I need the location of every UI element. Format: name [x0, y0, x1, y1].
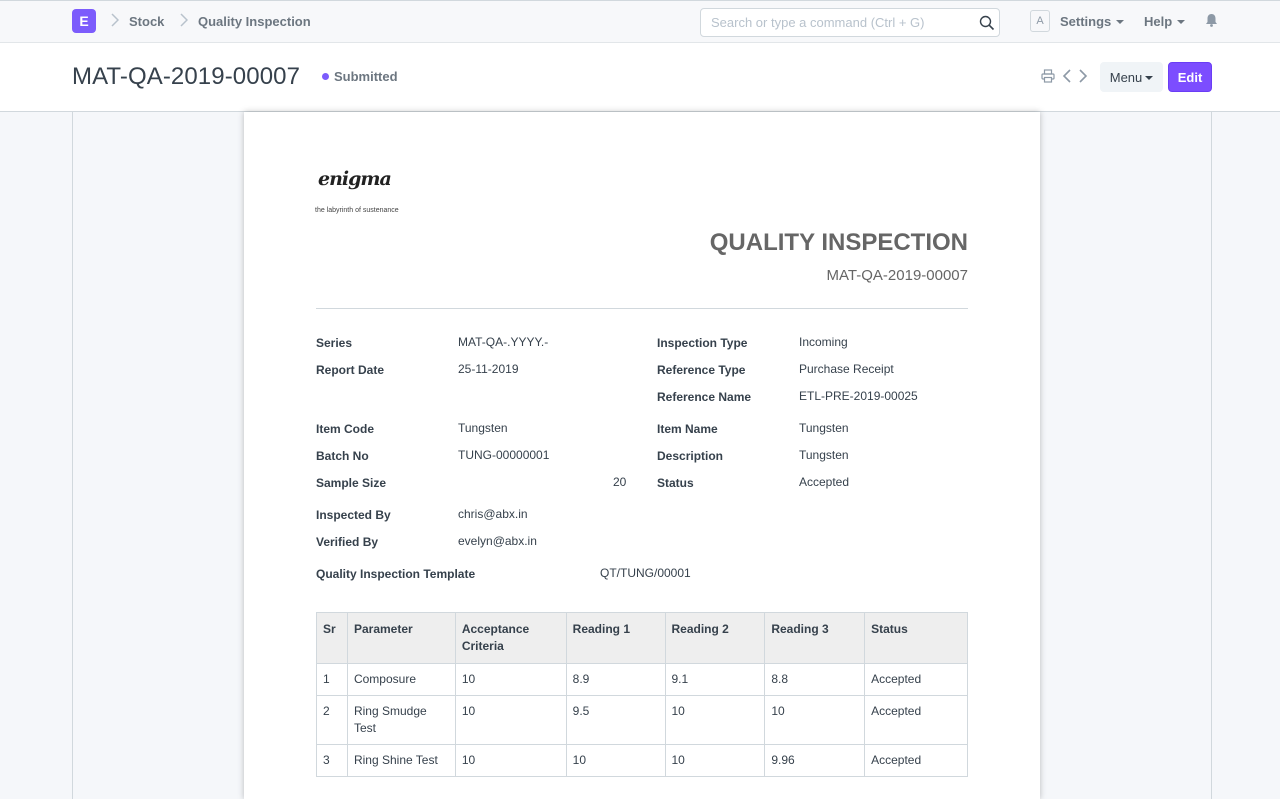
cell-acceptance-criteria: 10: [454, 744, 567, 777]
table-row: 3 Ring Shine Test 10 10 10 9.96 Accepted: [316, 744, 968, 777]
template-value: QT/TUNG/00001: [600, 566, 691, 580]
inspected-by-value: chris@abx.in: [458, 507, 528, 521]
verified-by-value: evelyn@abx.in: [458, 534, 537, 548]
avatar[interactable]: A: [1030, 10, 1050, 32]
cell-sr: 1: [316, 663, 348, 696]
chevron-right-icon: [111, 13, 119, 27]
sample-size-value: 20: [613, 475, 627, 489]
report-date-value: 25-11-2019: [458, 362, 519, 376]
divider: [316, 308, 968, 309]
cell-status: Accepted: [864, 695, 968, 745]
cell-reading-1: 8.9: [565, 663, 666, 696]
table-row: 2 Ring Smudge Test 10 9.5 10 10 Accepted: [316, 695, 968, 745]
cell-reading-3: 10: [764, 695, 866, 745]
header-status: Status: [864, 612, 968, 664]
edit-button[interactable]: Edit: [1168, 62, 1212, 92]
cell-parameter: Ring Shine Test: [346, 744, 456, 777]
item-name-label: Item Name: [657, 422, 718, 436]
batch-no-value: TUNG-00000001: [458, 448, 550, 462]
description-value: Tungsten: [799, 448, 849, 462]
bell-icon[interactable]: [1205, 13, 1218, 27]
header-reading-2: Reading 2: [664, 612, 766, 664]
template-label: Quality Inspection Template: [316, 567, 476, 581]
search-icon[interactable]: [979, 15, 995, 31]
cell-reading-2: 10: [664, 695, 766, 745]
reference-type-label: Reference Type: [657, 363, 746, 377]
cell-status: Accepted: [864, 744, 968, 777]
status-badge: Submitted: [334, 69, 398, 84]
cell-reading-2: 10: [664, 744, 766, 777]
caret-down-icon: [1145, 75, 1154, 80]
cell-reading-3: 8.8: [764, 663, 866, 696]
settings-dropdown[interactable]: Settings: [1060, 14, 1125, 29]
header-sr: Sr: [316, 612, 348, 664]
item-code-label: Item Code: [316, 422, 375, 436]
batch-no-label: Batch No: [316, 449, 369, 463]
status-indicator-dot: [322, 73, 329, 80]
inspection-type-label: Inspection Type: [657, 336, 748, 350]
breadcrumb-quality-inspection[interactable]: Quality Inspection: [198, 14, 311, 29]
reference-name-value: ETL-PRE-2019-00025: [799, 389, 918, 403]
cell-reading-3: 9.96: [764, 744, 866, 777]
cell-acceptance-criteria: 10: [454, 695, 567, 745]
description-label: Description: [657, 449, 724, 463]
inspection-type-value: Incoming: [799, 335, 848, 349]
header-reading-3: Reading 3: [764, 612, 866, 664]
status-label: Status: [657, 476, 694, 490]
cell-reading-1: 10: [565, 744, 666, 777]
menu-button[interactable]: Menu: [1100, 62, 1163, 92]
document-heading: QUALITY INSPECTION: [709, 229, 968, 256]
page-title: MAT-QA-2019-00007: [72, 63, 301, 90]
app-logo[interactable]: E: [72, 9, 96, 33]
series-label: Series: [316, 336, 353, 350]
cell-status: Accepted: [864, 663, 968, 696]
print-icon[interactable]: [1041, 69, 1055, 83]
help-label: Help: [1144, 14, 1173, 29]
table-row: 1 Composure 10 8.9 9.1 8.8 Accepted: [316, 663, 968, 696]
table-header-row: Sr Parameter Acceptance Criteria Reading…: [316, 612, 968, 664]
verified-by-label: Verified By: [316, 535, 379, 549]
status-value: Accepted: [799, 475, 850, 489]
cell-acceptance-criteria: 10: [454, 663, 567, 696]
cell-sr: 2: [316, 695, 348, 745]
item-code-value: Tungsten: [458, 421, 508, 435]
reference-type-value: Purchase Receipt: [799, 362, 894, 376]
header-parameter: Parameter: [346, 612, 456, 664]
navbar: E Stock Quality Inspection A Settings He…: [0, 0, 1280, 43]
header-reading-1: Reading 1: [565, 612, 666, 664]
cell-sr: 3: [316, 744, 348, 777]
cell-parameter: Composure: [346, 663, 456, 696]
report-date-label: Report Date: [316, 363, 385, 377]
chevron-right-icon: [180, 13, 188, 27]
caret-down-icon: [1116, 20, 1125, 24]
page-head: MAT-QA-2019-00007 Submitted Menu Edit: [0, 43, 1280, 112]
company-logo: enigma: [318, 168, 392, 190]
item-name-value: Tungsten: [799, 421, 849, 435]
inspected-by-label: Inspected By: [316, 508, 391, 522]
caret-down-icon: [1177, 20, 1186, 24]
settings-label: Settings: [1060, 14, 1112, 29]
readings-table: Sr Parameter Acceptance Criteria Reading…: [316, 612, 968, 777]
help-dropdown[interactable]: Help: [1144, 14, 1186, 29]
search-input[interactable]: [700, 8, 1000, 37]
cell-reading-2: 9.1: [664, 663, 766, 696]
breadcrumb-stock[interactable]: Stock: [129, 14, 164, 29]
cell-parameter: Ring Smudge Test: [346, 695, 456, 745]
cell-reading-1: 9.5: [565, 695, 666, 745]
menu-label: Menu: [1109, 69, 1143, 85]
chevron-left-icon[interactable]: [1062, 69, 1072, 83]
reference-name-label: Reference Name: [657, 390, 752, 404]
document-name: MAT-QA-2019-00007: [826, 267, 968, 284]
header-acceptance-criteria: Acceptance Criteria: [454, 612, 567, 664]
series-value: MAT-QA-.YYYY.-: [458, 335, 549, 349]
chevron-right-icon[interactable]: [1078, 69, 1088, 83]
company-tagline: the labyrinth of sustenance: [315, 207, 399, 214]
sample-size-label: Sample Size: [316, 476, 387, 490]
